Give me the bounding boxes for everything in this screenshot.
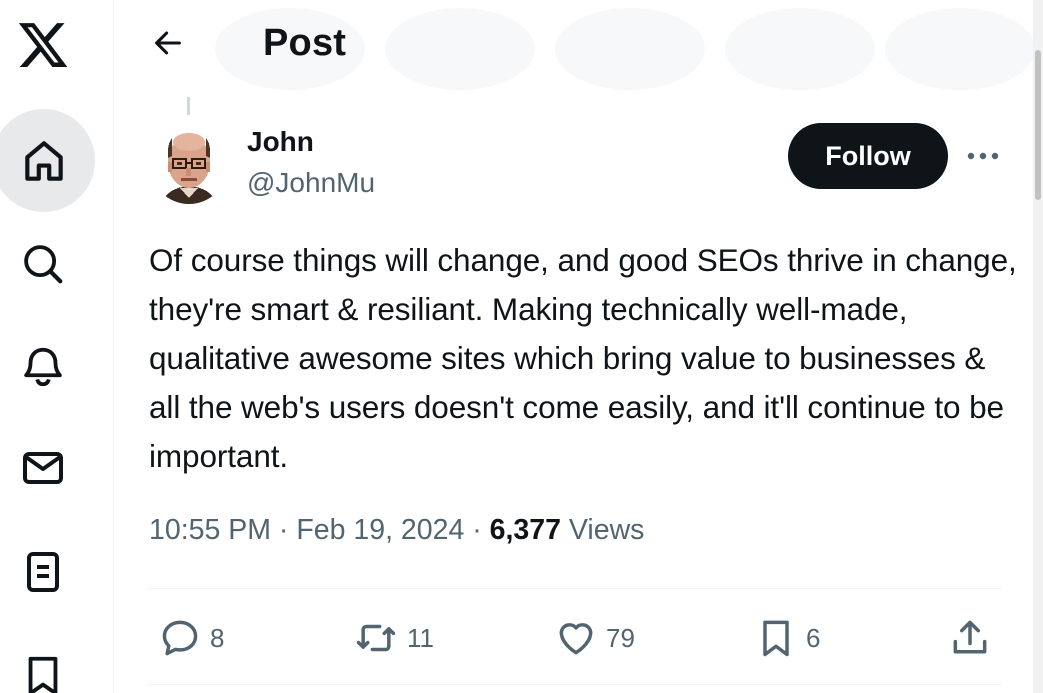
nav-home-button[interactable] [0, 109, 95, 212]
page-title: Post [263, 22, 347, 64]
author-handle[interactable]: @JohnMu [247, 167, 375, 199]
nav-bookmarks-button[interactable] [0, 648, 86, 693]
repost-icon [356, 624, 396, 652]
bookmark-count: 6 [806, 622, 821, 653]
thread-connector [187, 97, 190, 115]
repost-button[interactable]: 11 [353, 610, 434, 666]
more-options-button[interactable] [960, 136, 1006, 176]
arrow-left-icon [155, 31, 181, 55]
ellipsis-icon [967, 152, 999, 160]
post-text: Of course things will change, and good S… [149, 242, 1017, 474]
avatar[interactable] [150, 126, 228, 204]
meta-separator: · [278, 514, 289, 546]
post-actions: 8 11 79 6 [148, 610, 1002, 666]
nav-lists-button[interactable] [0, 544, 86, 600]
scrollbar-thumb[interactable] [1035, 50, 1041, 200]
home-icon [24, 140, 63, 181]
nav-notifications-button[interactable] [0, 339, 86, 395]
like-button[interactable]: 79 [554, 610, 635, 666]
bookmark-icon [763, 620, 789, 657]
repost-count: 11 [407, 622, 434, 653]
views-count: 6,377 [489, 514, 561, 546]
reply-icon [162, 620, 198, 656]
like-count: 79 [606, 622, 635, 653]
post-date[interactable]: Feb 19, 2024 [296, 514, 464, 546]
left-nav [0, 0, 114, 693]
post-header: Post [115, 0, 1035, 90]
nav-messages-button[interactable] [0, 440, 86, 496]
share-button[interactable] [948, 610, 1000, 666]
share-icon [953, 620, 987, 654]
divider [148, 684, 1002, 685]
views-label: Views [568, 514, 645, 546]
meta-separator: · [472, 514, 482, 546]
reply-button[interactable]: 8 [158, 610, 224, 666]
follow-button[interactable]: Follow [788, 123, 948, 189]
post-meta: 10:55 PM · Feb 19, 2024 · 6,377 Views [149, 514, 644, 547]
bookmark-icon [28, 656, 58, 693]
x-logo-icon[interactable] [8, 10, 78, 80]
back-button[interactable] [145, 20, 191, 66]
heart-icon [559, 623, 593, 655]
bookmark-button[interactable]: 6 [754, 610, 820, 666]
post-time[interactable]: 10:55 PM [149, 514, 271, 546]
search-icon [24, 245, 63, 284]
divider [148, 588, 1002, 589]
bell-icon [24, 347, 62, 387]
reply-count: 8 [210, 622, 225, 653]
nav-explore-button[interactable] [0, 236, 86, 292]
list-icon [27, 552, 59, 592]
author-name[interactable]: John [247, 126, 314, 158]
envelope-icon [23, 452, 63, 484]
